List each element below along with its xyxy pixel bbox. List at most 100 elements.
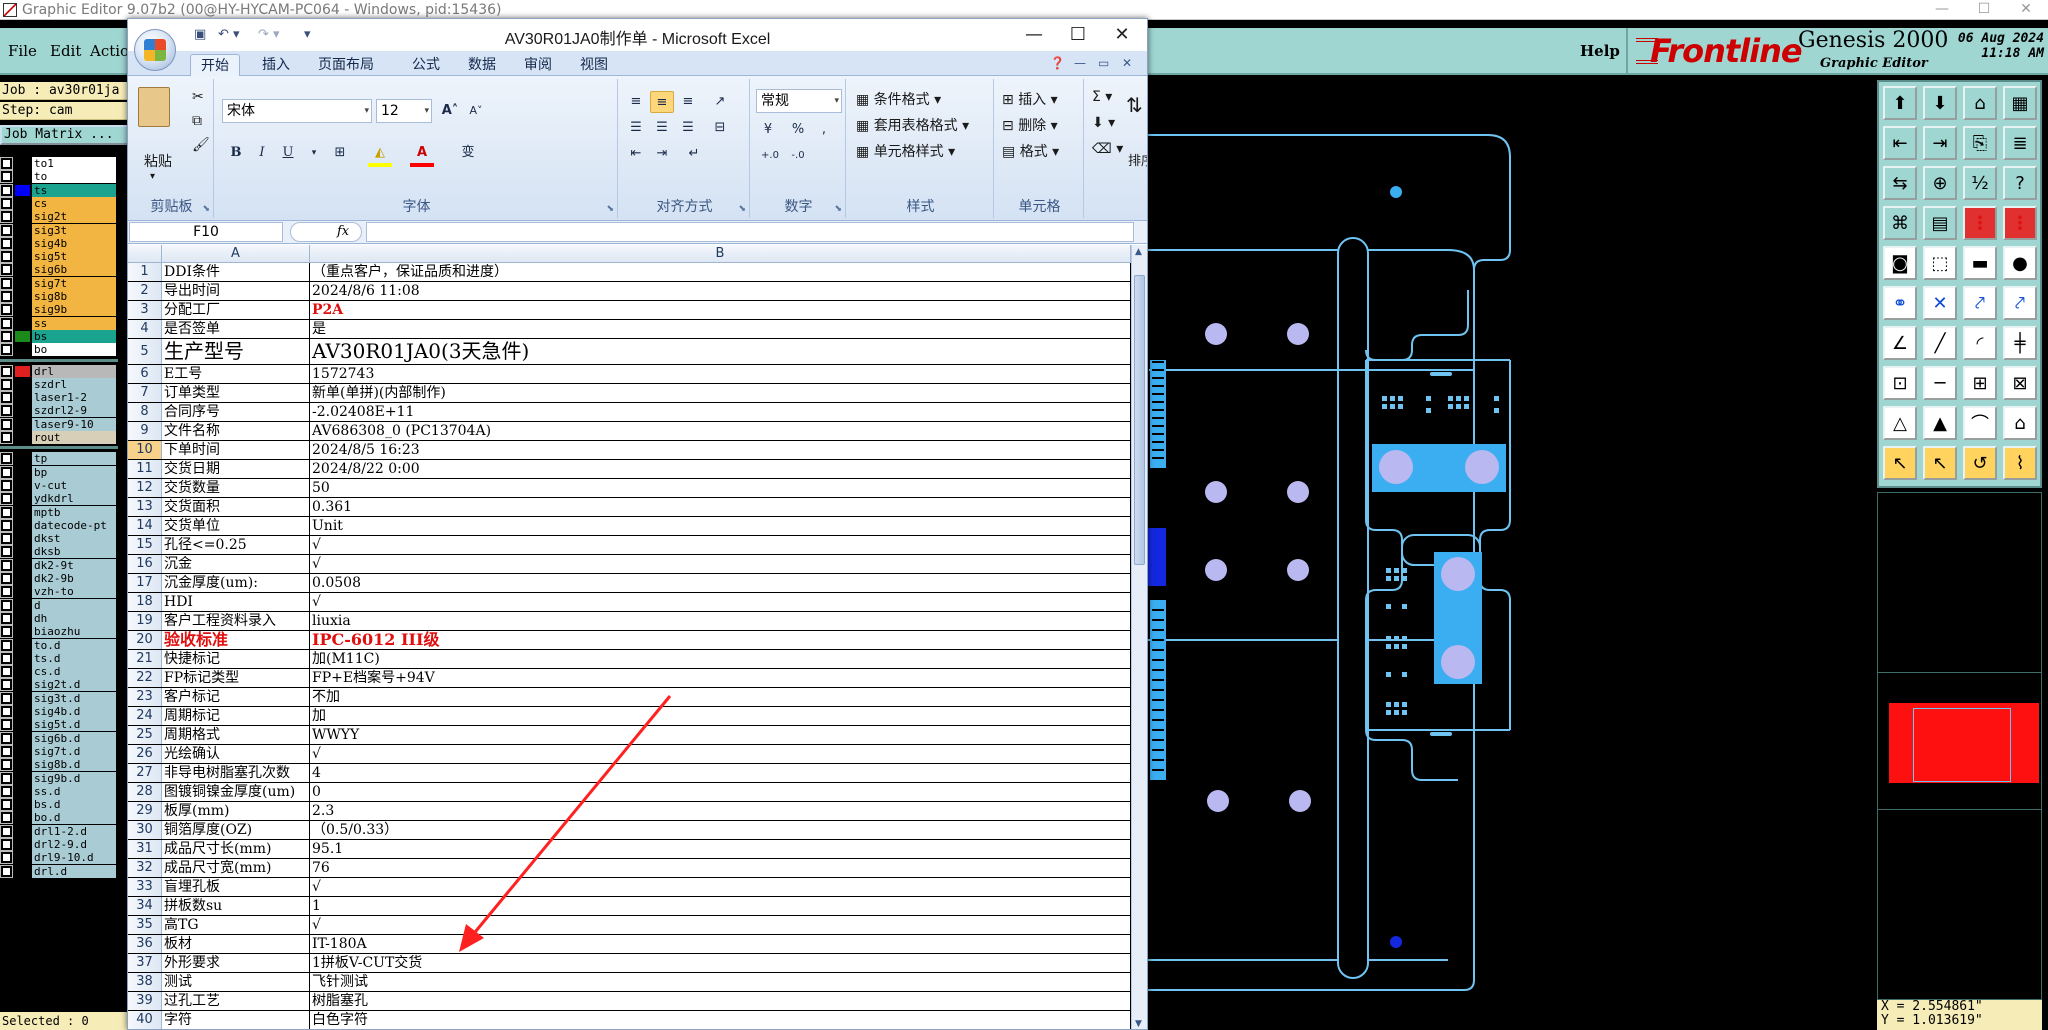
tab-home[interactable]: 开始 <box>190 54 240 76</box>
layer-color-swatch[interactable] <box>15 586 30 598</box>
align-center-icon[interactable]: ☰ <box>650 117 674 139</box>
cell-a[interactable]: 订单类型 <box>162 384 310 402</box>
zoom-home2-tool-icon[interactable]: ⬇ <box>1923 86 1957 120</box>
layer-row[interactable]: szdrl <box>0 377 118 391</box>
cell-a[interactable]: 验收标准 <box>162 631 310 649</box>
row-header[interactable]: 19 <box>128 612 162 630</box>
layer-checkbox[interactable] <box>0 532 13 546</box>
layer-name[interactable]: sig9b <box>32 303 116 317</box>
cell-a[interactable]: 合同序号 <box>162 403 310 421</box>
spreadsheet-grid[interactable]: A B 1 DDI条件 （重点客户，保证品质和进度） 2 导出时间 2024/8/6 11… <box>128 245 1131 1029</box>
row-header[interactable]: 10 <box>128 441 162 459</box>
layer-color-swatch[interactable] <box>15 732 30 744</box>
layer-row[interactable]: bo <box>0 343 118 357</box>
layer-row[interactable]: sig7t <box>0 276 118 290</box>
layer-row[interactable]: datecode-pt <box>0 518 118 532</box>
layer-checkbox[interactable] <box>0 316 13 330</box>
table-row[interactable]: 16 沉金 √ <box>128 555 1131 574</box>
layer-color-swatch[interactable] <box>15 506 30 518</box>
row-header[interactable]: 21 <box>128 650 162 668</box>
layer-row[interactable]: ss <box>0 316 118 330</box>
layer-name[interactable]: sig2t.d <box>32 678 116 692</box>
layer-name[interactable]: to.d <box>32 638 116 652</box>
row-header[interactable]: 6 <box>128 365 162 383</box>
layer-row[interactable]: sig4b.d <box>0 705 118 718</box>
cell-a[interactable]: DDI条件 <box>162 263 310 281</box>
layer-name[interactable]: sig6b.d <box>32 731 116 745</box>
help-icon[interactable]: ❓ <box>1050 56 1065 70</box>
layer-name[interactable]: laser9-10 <box>32 417 116 431</box>
cell-a[interactable]: HDI <box>162 593 310 611</box>
layer-row[interactable]: ss.d <box>0 784 118 798</box>
add-line-tool-icon[interactable]: ⬚ <box>1923 246 1957 280</box>
cell-b[interactable]: √ <box>310 745 1131 763</box>
cell-b[interactable]: 1572743 <box>310 365 1131 383</box>
excel-close-icon[interactable]: ✕ <box>1100 21 1144 49</box>
layer-row[interactable]: sig3t.d <box>0 691 118 705</box>
increase-indent-icon[interactable]: ⇥ <box>650 143 674 165</box>
table-row[interactable]: 4 是否签单是 <box>128 320 1131 339</box>
center-tool-icon[interactable]: ⊕ <box>1923 166 1957 200</box>
layer-row[interactable]: biaozhu <box>0 625 118 639</box>
cell-b[interactable]: （0.5/0.33） <box>310 821 1131 839</box>
scrollbar-thumb[interactable] <box>1134 275 1145 565</box>
layer-color-swatch[interactable] <box>15 626 30 638</box>
layer-checkbox[interactable] <box>0 157 13 170</box>
layer-name[interactable]: drl <box>32 364 116 378</box>
layer-color-swatch[interactable] <box>15 759 30 771</box>
layer-name[interactable]: dh <box>32 611 116 625</box>
line-tool-icon[interactable]: ╱ <box>1923 326 1957 360</box>
cell-b[interactable]: √ <box>310 916 1131 934</box>
add-pad-tool-icon[interactable]: ◙ <box>1883 246 1917 280</box>
layer-checkbox[interactable] <box>0 838 13 851</box>
layer-name[interactable]: sig4b.d <box>32 705 116 718</box>
layer-name[interactable]: to1 <box>32 157 116 170</box>
layer-checkbox[interactable] <box>0 864 13 878</box>
layer-checkbox[interactable] <box>0 236 13 250</box>
select-tool-icon[interactable]: ↖ <box>1883 446 1917 480</box>
office-button[interactable] <box>134 29 176 71</box>
layer-color-swatch[interactable] <box>15 839 30 850</box>
layer-row[interactable]: bs.d <box>0 798 118 812</box>
cut-icon[interactable]: ✂ <box>192 89 204 105</box>
layer-color-swatch[interactable] <box>15 344 30 356</box>
row-header[interactable]: 3 <box>128 301 162 319</box>
layer-row[interactable]: sig2t <box>0 210 118 224</box>
table-row[interactable]: 38 测试 飞针测试 <box>128 973 1131 992</box>
layer-checkbox[interactable] <box>0 492 13 506</box>
layer-row[interactable]: rout <box>0 431 118 444</box>
fill-icon[interactable]: ⬇ ▾ <box>1092 115 1115 131</box>
layer-checkbox[interactable] <box>0 638 13 652</box>
layer-name[interactable]: ydkdrl <box>32 492 116 506</box>
hline-tool-icon[interactable]: ─ <box>1923 366 1957 400</box>
help-tool-icon[interactable]: ? <box>2003 166 2037 200</box>
table-row[interactable]: 39 过孔工艺 树脂塞孔 <box>128 992 1131 1011</box>
cell-a[interactable]: 图镀铜镍金厚度(um) <box>162 783 310 801</box>
row-header[interactable]: 40 <box>128 1011 162 1029</box>
zoom-home-tool-icon[interactable]: ⬆ <box>1883 86 1917 120</box>
merge-center-icon[interactable]: ⊟ <box>708 117 732 139</box>
layer-row[interactable]: sig4b <box>0 236 118 250</box>
cell-b[interactable]: FP+E档案号+94V <box>310 669 1131 687</box>
comma-style-icon[interactable]: , <box>812 119 836 141</box>
cell-a[interactable]: 板材 <box>162 935 310 953</box>
align-top-icon[interactable]: ≡ <box>624 91 648 113</box>
table-row[interactable]: 35 高TG √ <box>128 916 1131 935</box>
cell-b[interactable]: Unit <box>310 517 1131 535</box>
cell-a[interactable]: 过孔工艺 <box>162 992 310 1010</box>
grid2-tool-icon[interactable]: ▤ <box>1923 206 1957 240</box>
arc2-tool-icon[interactable]: ◜ <box>1963 326 1997 360</box>
table-row[interactable]: 19 客户工程资料录入 liuxia <box>128 612 1131 631</box>
table-row[interactable]: 13 交货面积 0.361 <box>128 498 1131 517</box>
row-header[interactable]: 4 <box>128 320 162 338</box>
underline-dropdown-icon[interactable]: ▾ <box>302 142 326 164</box>
tab-view[interactable]: 视图 <box>570 54 618 76</box>
percent-icon[interactable]: % <box>786 119 810 141</box>
table-row[interactable]: 6 E工号 1572743 <box>128 365 1131 384</box>
cell-b[interactable]: WWYY <box>310 726 1131 744</box>
table-row[interactable]: 23 客户标记 不加 <box>128 688 1131 707</box>
layer-checkbox[interactable] <box>0 303 13 317</box>
layer-row[interactable]: drl9-10.d <box>0 851 118 865</box>
layer-name[interactable]: sig4b <box>32 236 116 250</box>
layer-color-swatch[interactable] <box>15 652 30 664</box>
